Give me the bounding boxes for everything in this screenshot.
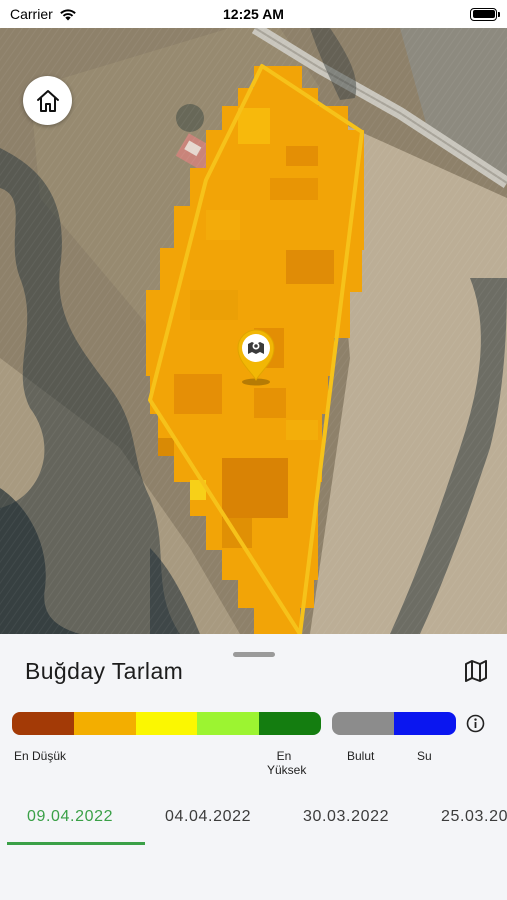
date-tab-2[interactable]: 04.04.2022 bbox=[165, 808, 251, 826]
sheet-drag-handle[interactable] bbox=[233, 652, 275, 657]
map-icon bbox=[465, 660, 487, 682]
info-icon[interactable] bbox=[466, 714, 485, 733]
cloud-water-scale-bar bbox=[332, 712, 456, 735]
status-left: Carrier bbox=[10, 6, 77, 22]
ndvi-scale-segment-5 bbox=[259, 712, 321, 735]
home-button[interactable] bbox=[23, 76, 72, 125]
battery-icon bbox=[470, 7, 500, 21]
home-icon bbox=[36, 89, 59, 112]
ndvi-scale-segment-3 bbox=[135, 712, 198, 735]
date-tab-3[interactable]: 30.03.2022 bbox=[303, 808, 389, 826]
ndvi-scale-bar bbox=[12, 712, 321, 735]
cloud-water-segment-1 bbox=[332, 712, 394, 735]
legend-cloud-label: Bulut bbox=[347, 749, 375, 763]
map-pin-icon[interactable] bbox=[236, 328, 276, 386]
date-tab-4[interactable]: 25.03.2022 bbox=[441, 808, 507, 826]
ndvi-scale-segment-1 bbox=[12, 712, 74, 735]
field-detail-sheet: Buğday Tarlam En Düşük En Yüksek Bulut S… bbox=[0, 634, 507, 900]
satellite-map[interactable] bbox=[0, 28, 507, 634]
app-screen: Carrier 12:25 AM Buğday Tarlam En Düşük … bbox=[0, 0, 507, 900]
date-tab-indicator bbox=[7, 842, 145, 845]
date-tab-1[interactable]: 09.04.2022 bbox=[27, 808, 113, 826]
map-view-button[interactable] bbox=[461, 656, 491, 686]
cloud-water-segment-2 bbox=[394, 712, 456, 735]
legend-low-label: En Düşük bbox=[14, 749, 67, 763]
ndvi-scale-segment-2 bbox=[73, 712, 136, 735]
status-bar: Carrier 12:25 AM bbox=[0, 0, 507, 28]
ndvi-scale-segment-4 bbox=[197, 712, 260, 735]
date-tabs: 09.04.2022 04.04.2022 30.03.2022 25.03.2… bbox=[0, 800, 507, 846]
carrier-label: Carrier bbox=[10, 6, 53, 22]
wifi-icon bbox=[59, 8, 76, 20]
legend-water-label: Su bbox=[417, 749, 432, 763]
legend-high-label: En Yüksek bbox=[267, 749, 307, 777]
field-title: Buğday Tarlam bbox=[25, 658, 184, 684]
